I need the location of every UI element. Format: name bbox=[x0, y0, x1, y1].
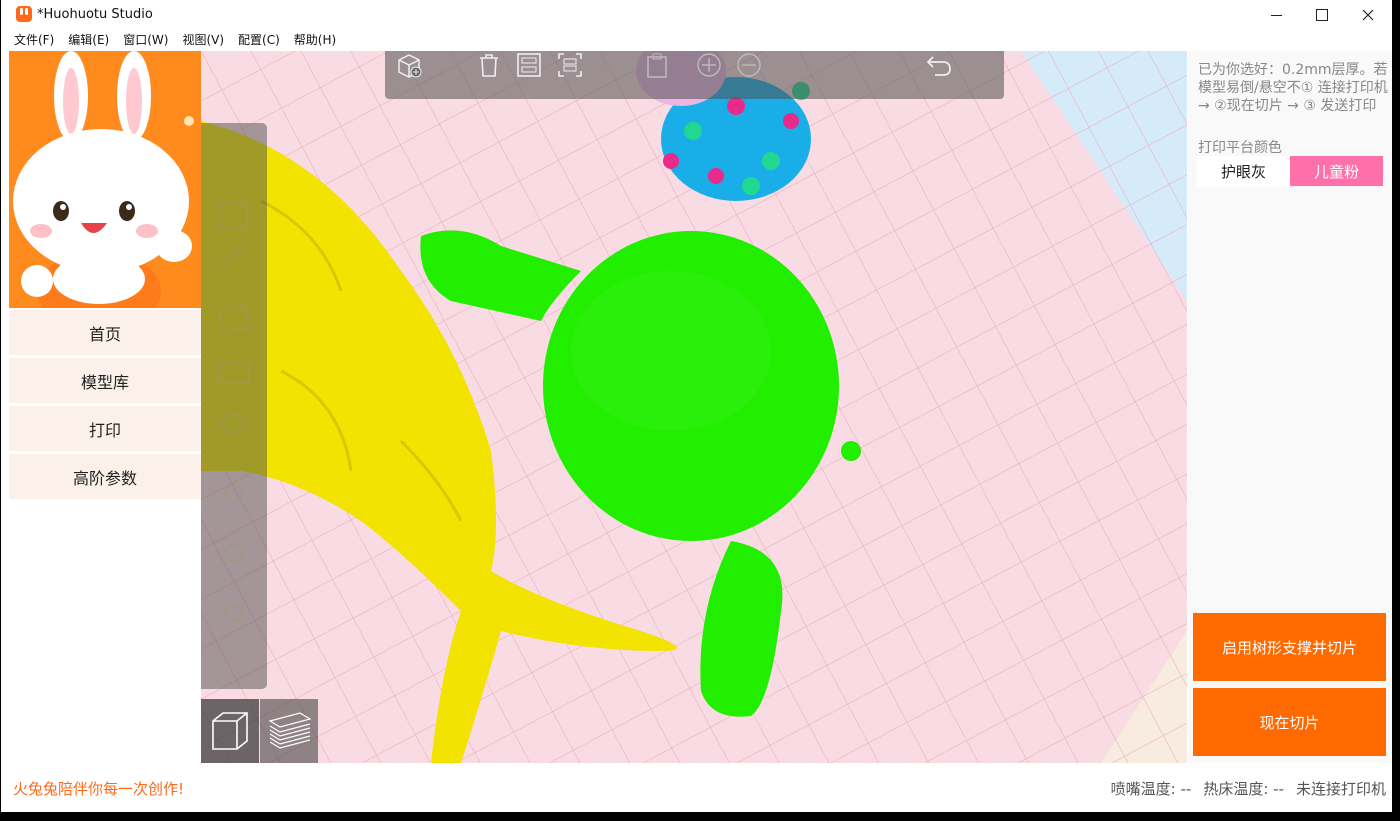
view-mode-tabs bbox=[201, 699, 318, 763]
layer-view-tab[interactable] bbox=[260, 699, 318, 763]
slice-now-button[interactable]: 现在切片 bbox=[1193, 688, 1386, 756]
sidebar-item-model-library[interactable]: 模型库 bbox=[9, 358, 201, 403]
left-tool-strip bbox=[201, 123, 267, 689]
build-plate-scene bbox=[201, 51, 1187, 763]
maximize-icon bbox=[1316, 9, 1328, 21]
transform-tools-icon[interactable] bbox=[201, 123, 267, 689]
slogan-text: 火兔兔陪伴你每一次创作! bbox=[13, 780, 185, 798]
arrange-icon[interactable] bbox=[515, 51, 543, 79]
undo-icon[interactable] bbox=[925, 51, 953, 79]
menu-config[interactable]: 配置(C) bbox=[238, 30, 280, 51]
platform-color-label: 打印平台颜色 bbox=[1198, 140, 1282, 156]
nozzle-temperature: 喷嘴温度: -- bbox=[1110, 780, 1192, 798]
status-bar: 火兔兔陪伴你每一次创作! 喷嘴温度: -- 热床温度: -- 未连接打印机 bbox=[1, 763, 1392, 812]
app-window: *Huohuotu Studio 文件(F) 编辑(E) 窗口(W) 视图(V)… bbox=[1, 0, 1392, 812]
menu-file[interactable]: 文件(F) bbox=[14, 30, 54, 51]
slice-hint-text: 已为你选好：0.2mm层厚。若模型易倒/悬空不① 连接打印机 → ②现在切片 →… bbox=[1198, 62, 1388, 114]
layer-view-icon bbox=[268, 712, 312, 749]
menu-help[interactable]: 帮助(H) bbox=[294, 30, 336, 51]
maximize-button[interactable] bbox=[1299, 0, 1345, 30]
app-logo-icon bbox=[16, 6, 32, 22]
minimize-icon bbox=[1270, 14, 1282, 16]
platform-color-pink-button[interactable]: 儿童粉 bbox=[1290, 156, 1383, 186]
delete-icon[interactable] bbox=[475, 51, 503, 79]
3d-view-icon bbox=[212, 712, 248, 750]
menu-bar: 文件(F) 编辑(E) 窗口(W) 视图(V) 配置(C) 帮助(H) bbox=[1, 30, 1392, 51]
menu-window[interactable]: 窗口(W) bbox=[123, 30, 168, 51]
zoom-in-icon[interactable] bbox=[695, 51, 723, 79]
printer-status: 喷嘴温度: -- 热床温度: -- 未连接打印机 bbox=[1111, 778, 1386, 799]
auto-layout-icon[interactable] bbox=[556, 51, 584, 79]
right-panel: 已为你选好：0.2mm层厚。若模型易倒/悬空不① 连接打印机 → ②现在切片 →… bbox=[1188, 51, 1392, 763]
bed-temperature: 热床温度: -- bbox=[1203, 780, 1284, 798]
sidebar-item-home[interactable]: 首页 bbox=[9, 310, 201, 355]
add-model-icon[interactable] bbox=[395, 51, 423, 79]
3d-viewport[interactable] bbox=[201, 51, 1187, 763]
minimize-button[interactable] bbox=[1253, 0, 1299, 30]
paste-icon[interactable] bbox=[643, 51, 671, 79]
sidebar-item-advanced[interactable]: 高阶参数 bbox=[9, 454, 201, 499]
zoom-out-icon[interactable] bbox=[735, 51, 763, 79]
platform-color-gray-button[interactable]: 护眼灰 bbox=[1197, 156, 1290, 186]
title-bar: *Huohuotu Studio bbox=[1, 0, 1392, 30]
sidebar: 首页 模型库 打印 高阶参数 bbox=[9, 51, 201, 763]
sidebar-nav: 首页 模型库 打印 高阶参数 bbox=[9, 310, 201, 502]
window-title: *Huohuotu Studio bbox=[37, 7, 153, 22]
top-toolbar bbox=[385, 51, 1004, 99]
printer-connection-status: 未连接打印机 bbox=[1295, 780, 1386, 798]
close-icon bbox=[1362, 9, 1374, 21]
sidebar-item-print[interactable]: 打印 bbox=[9, 406, 201, 451]
3d-view-tab[interactable] bbox=[201, 699, 259, 763]
menu-edit[interactable]: 编辑(E) bbox=[68, 30, 109, 51]
tree-support-slice-button[interactable]: 启用树形支撑并切片 bbox=[1193, 613, 1386, 681]
mascot-image bbox=[9, 51, 201, 308]
close-button[interactable] bbox=[1345, 0, 1391, 30]
menu-view[interactable]: 视图(V) bbox=[182, 30, 224, 51]
